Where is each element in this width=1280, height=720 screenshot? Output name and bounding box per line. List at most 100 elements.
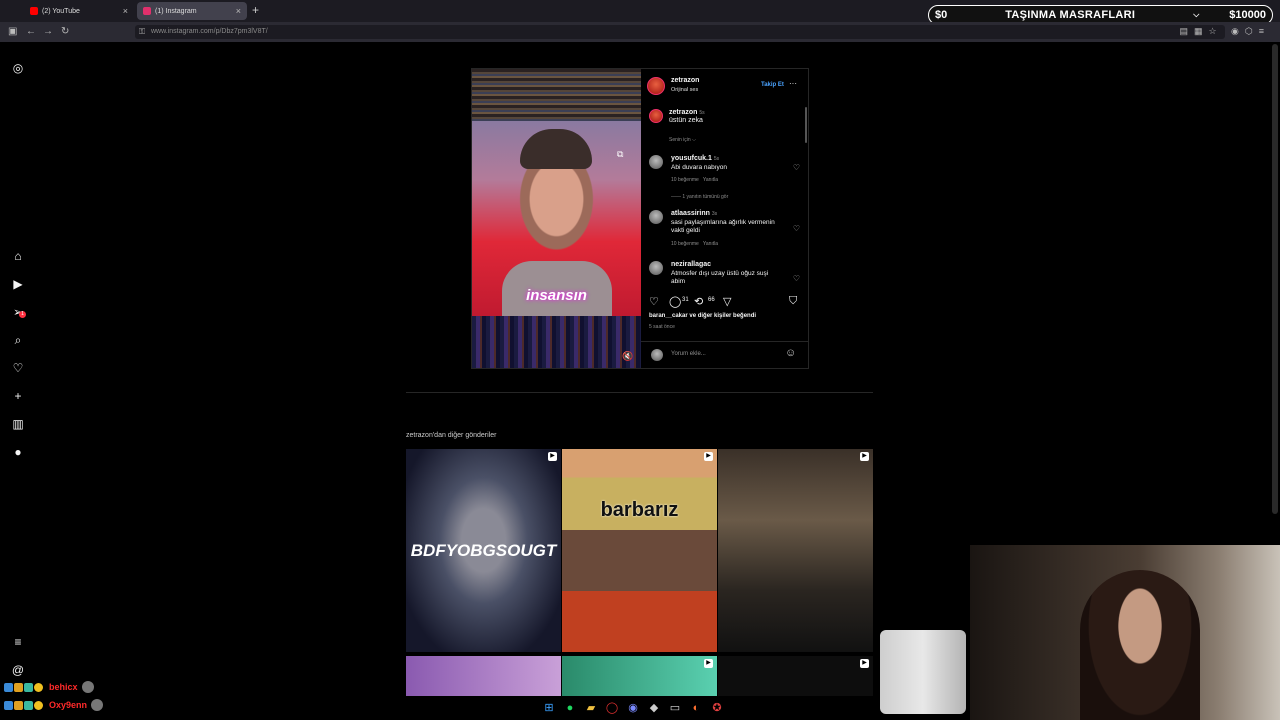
comment-like-icon[interactable]: ♡ bbox=[793, 224, 800, 233]
menu-icon[interactable]: ≡ bbox=[11, 635, 25, 649]
donation-goal: $10000 bbox=[1229, 9, 1266, 21]
more-post-thumb[interactable]: ▶ bbox=[562, 656, 717, 696]
notifications-icon[interactable]: ♡ bbox=[11, 361, 25, 375]
create-icon[interactable]: + bbox=[11, 389, 25, 403]
new-tab-icon[interactable]: + bbox=[252, 3, 259, 17]
emoji-icon[interactable]: ☺ bbox=[785, 347, 796, 359]
mute-icon[interactable]: 🔇 bbox=[622, 351, 633, 362]
audio-label[interactable]: Orijinal ses bbox=[671, 87, 698, 93]
chat-line: behicx bbox=[4, 681, 94, 693]
reload-icon[interactable]: ↻ bbox=[61, 26, 69, 37]
follow-button[interactable]: Takip Et bbox=[761, 82, 784, 88]
badge-icon bbox=[34, 682, 43, 692]
app-icon[interactable]: ✪ bbox=[708, 699, 726, 717]
comment-like-icon[interactable]: ♡ bbox=[793, 163, 800, 172]
comment-avatar[interactable] bbox=[649, 261, 663, 275]
comment-avatar[interactable] bbox=[649, 210, 663, 224]
save-icon[interactable]: ⛉ bbox=[789, 295, 797, 308]
comment-time: 3s bbox=[711, 211, 718, 217]
terminal-icon[interactable]: ▭ bbox=[666, 699, 684, 717]
url-bar[interactable]: ⚿ www.instagram.com/p/Dbz7pm3lV8T/ bbox=[135, 25, 1225, 39]
comment-count: 31 bbox=[682, 297, 689, 303]
thumb-caption: barbarız bbox=[600, 499, 679, 521]
donation-current: $0 bbox=[935, 9, 948, 21]
more-post-thumb[interactable]: ▶ bbox=[718, 449, 873, 652]
chat-username: Oxy9enn bbox=[49, 700, 88, 710]
emote-icon bbox=[91, 699, 104, 711]
page-scrollbar[interactable] bbox=[1272, 44, 1278, 514]
search-icon[interactable]: ⌕ bbox=[11, 333, 25, 347]
profile-icon[interactable]: ● bbox=[11, 445, 25, 459]
more-post-thumb[interactable]: ▶ barbarız bbox=[562, 449, 717, 652]
forward-icon[interactable]: → bbox=[43, 26, 53, 37]
badge-icon bbox=[24, 682, 33, 692]
opera-icon[interactable]: ◯ bbox=[603, 699, 621, 717]
webcam-overlay bbox=[970, 545, 1280, 720]
sidebar-toggle-icon[interactable]: ▣ bbox=[8, 26, 17, 37]
firefox-icon[interactable]: ◐ bbox=[687, 699, 705, 717]
liked-by-text[interactable]: baran__cakar ve diğer kişiler beğendi bbox=[649, 313, 756, 319]
author-name[interactable]: zetrazon bbox=[671, 77, 699, 84]
comment-reply[interactable]: Yanıtla bbox=[703, 241, 718, 247]
spotify-icon[interactable]: ● bbox=[561, 699, 579, 717]
dashboard-icon[interactable]: ▥ bbox=[11, 417, 25, 431]
author-avatar[interactable] bbox=[647, 77, 665, 95]
caption-avatar[interactable] bbox=[649, 109, 663, 123]
more-post-thumb[interactable]: ▶ BDFYOBGSOUGT bbox=[406, 449, 561, 652]
more-post-thumb[interactable] bbox=[406, 656, 561, 696]
comment-user[interactable]: atlaassirinn bbox=[671, 210, 710, 217]
reel-video[interactable]: insansın ⧉ 🔇 bbox=[472, 69, 641, 368]
tab-instagram[interactable]: (1) Instagram × bbox=[137, 2, 247, 20]
more-post-thumb[interactable]: ▶ bbox=[718, 656, 873, 696]
reel-caption-text: insansın bbox=[526, 287, 587, 304]
share-icon[interactable]: ▽ bbox=[723, 295, 731, 308]
taskbar: ⊞ ● ▰ ◯ ◉ ◆ ▭ ◐ ✪ bbox=[540, 699, 740, 717]
threads-icon[interactable]: @ bbox=[11, 663, 25, 677]
post-side-panel: zetrazon Orijinal ses Takip Et ··· zetra… bbox=[641, 69, 808, 368]
comment-input[interactable]: Yorum ekle... bbox=[671, 351, 706, 357]
back-icon[interactable]: ← bbox=[26, 26, 36, 37]
repost-count: 66 bbox=[708, 297, 715, 303]
comments-scrollbar[interactable] bbox=[805, 107, 807, 143]
lock-icon: ⚿ bbox=[139, 27, 146, 36]
comment-sort-dropdown[interactable]: Senin için ⌵ bbox=[669, 137, 696, 143]
close-tab-icon[interactable]: × bbox=[236, 6, 241, 16]
badge-icon bbox=[4, 700, 13, 710]
like-icon[interactable]: ♡ bbox=[649, 295, 659, 308]
comment-icon[interactable]: ◯ bbox=[669, 295, 681, 308]
tab-youtube[interactable]: (2) YouTube × bbox=[24, 2, 134, 20]
view-replies-link[interactable]: —— 1 yanıtın tümünü gör bbox=[671, 194, 728, 200]
cup-image bbox=[880, 630, 966, 714]
instagram-icon[interactable]: ◎ bbox=[11, 61, 25, 75]
more-options-icon[interactable]: ··· bbox=[789, 79, 797, 88]
comment-reply[interactable]: Yanıtla bbox=[703, 177, 718, 183]
address-toolbar: ▣ ← → ↻ ⚿ www.instagram.com/p/Dbz7pm3lV8… bbox=[0, 22, 1280, 42]
comment-likes[interactable]: 10 beğenme bbox=[671, 177, 699, 183]
caption-time: 5s bbox=[699, 110, 705, 116]
video-icon: ▶ bbox=[704, 452, 713, 461]
messages-icon[interactable]: ➢ 1 bbox=[11, 305, 26, 319]
caption-header: zetrazon 5s bbox=[669, 109, 705, 116]
reels-icon[interactable]: ▶ bbox=[11, 277, 25, 291]
windows-start-icon[interactable]: ⊞ bbox=[540, 699, 558, 717]
steam-icon[interactable]: ◆ bbox=[645, 699, 663, 717]
instagram-favicon-icon bbox=[143, 7, 151, 15]
comment-avatar[interactable] bbox=[649, 155, 663, 169]
home-icon[interactable]: ⌂ bbox=[11, 249, 25, 263]
caption-author[interactable]: zetrazon bbox=[669, 109, 697, 116]
comment-like-icon[interactable]: ♡ bbox=[793, 274, 800, 283]
emote-icon bbox=[81, 681, 94, 693]
comment-user[interactable]: nezirallagac bbox=[671, 261, 711, 268]
my-avatar bbox=[651, 349, 663, 361]
comment-time: 5s bbox=[713, 156, 720, 162]
comment-text: Atmosfer dışı uzay üstü oğuz suşi abim bbox=[671, 270, 769, 285]
comment-likes[interactable]: 10 beğenme bbox=[671, 241, 699, 247]
close-tab-icon[interactable]: × bbox=[123, 6, 128, 16]
folder-icon[interactable]: ▰ bbox=[582, 699, 600, 717]
tag-icon[interactable]: ⧉ bbox=[617, 149, 623, 160]
comment-user[interactable]: yousufcuk.1 bbox=[671, 155, 712, 162]
notification-badge: 1 bbox=[19, 311, 26, 318]
discord-icon[interactable]: ◉ bbox=[624, 699, 642, 717]
toolbar-icons[interactable]: ▤▦☆ ◉⬡≡ bbox=[1179, 26, 1270, 37]
repost-icon[interactable]: ⟲ bbox=[694, 295, 703, 308]
